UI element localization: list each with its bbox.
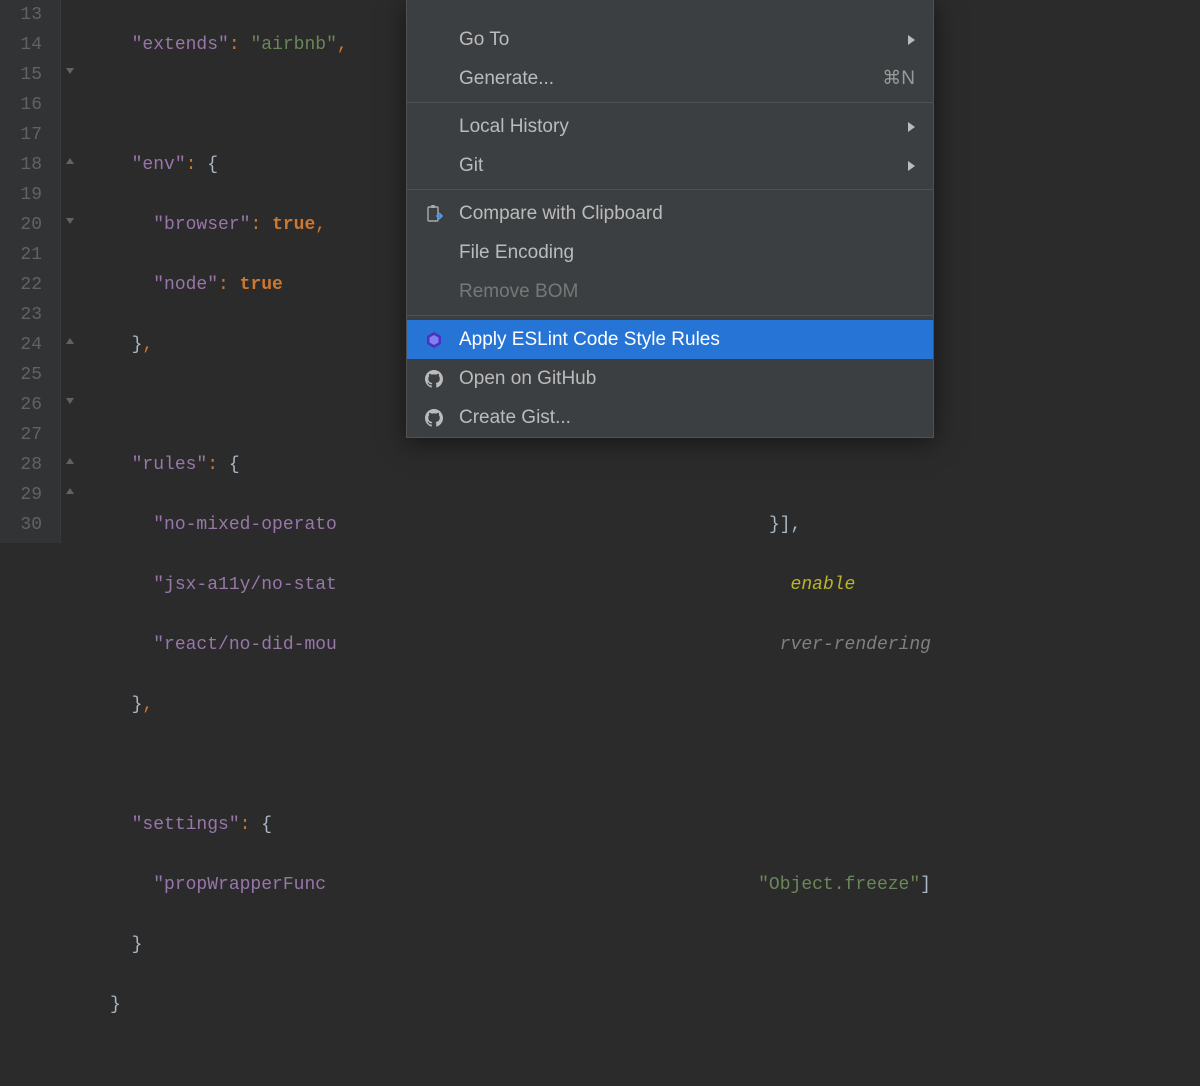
- line-number: 27: [0, 420, 60, 450]
- fold-close-icon[interactable]: [65, 486, 77, 496]
- menu-separator: [407, 315, 933, 316]
- code-line: },: [110, 690, 931, 720]
- chevron-right-icon: [908, 122, 915, 132]
- chevron-right-icon: [908, 35, 915, 45]
- menu-item-open-github[interactable]: Open on GitHub: [407, 359, 933, 398]
- fold-open-icon[interactable]: [65, 396, 77, 406]
- menu-label: File Encoding: [459, 242, 574, 264]
- menu-item-create-gist[interactable]: Create Gist...: [407, 398, 933, 437]
- line-number-gutter: 13 14 15 16 17 18 19 20 21 22 23 24 25 2…: [0, 0, 60, 543]
- fold-open-icon[interactable]: [65, 66, 77, 76]
- line-number: 25: [0, 360, 60, 390]
- menu-label: Open on GitHub: [459, 368, 596, 390]
- code-line: [110, 750, 931, 780]
- menu-separator: [407, 189, 933, 190]
- chevron-right-icon: [908, 161, 915, 171]
- menu-label: Generate...: [459, 68, 554, 90]
- menu-label: Create Gist...: [459, 407, 571, 429]
- line-number: 30: [0, 510, 60, 540]
- menu-item-compare-clipboard[interactable]: Compare with Clipboard: [407, 194, 933, 233]
- eslint-icon: [423, 329, 445, 351]
- code-line: "rules": {: [110, 450, 931, 480]
- line-number: 18: [0, 150, 60, 180]
- code-line: "propWrapperFunc "Object.freeze"]: [110, 870, 931, 900]
- context-menu: Go To Generate... ⌘N Local History Git C…: [406, 0, 934, 438]
- code-line: "react/no-did-mou rver-rendering: [110, 630, 931, 660]
- line-number: 17: [0, 120, 60, 150]
- github-icon: [423, 368, 445, 390]
- menu-item-generate[interactable]: Generate... ⌘N: [407, 59, 933, 98]
- menu-label: Compare with Clipboard: [459, 203, 663, 225]
- line-number: 16: [0, 90, 60, 120]
- menu-label: Local History: [459, 116, 569, 138]
- code-line: "settings": {: [110, 810, 931, 840]
- fold-close-icon[interactable]: [65, 336, 77, 346]
- menu-item-local-history[interactable]: Local History: [407, 107, 933, 146]
- menu-label: Git: [459, 155, 483, 177]
- github-icon: [423, 407, 445, 429]
- menu-item-remove-bom: Remove BOM: [407, 272, 933, 311]
- menu-label: Remove BOM: [459, 281, 578, 303]
- code-line: }: [110, 990, 931, 1020]
- shortcut-label: ⌘N: [882, 67, 915, 90]
- line-number: 23: [0, 300, 60, 330]
- fold-open-icon[interactable]: [65, 216, 77, 226]
- line-number: 20: [0, 210, 60, 240]
- fold-close-icon[interactable]: [65, 456, 77, 466]
- menu-item-goto[interactable]: Go To: [407, 20, 933, 59]
- line-number: 14: [0, 30, 60, 60]
- line-number: 13: [0, 0, 60, 30]
- menu-item-file-encoding[interactable]: File Encoding: [407, 233, 933, 272]
- line-number: 24: [0, 330, 60, 360]
- line-number: 22: [0, 270, 60, 300]
- code-line: }: [110, 930, 931, 960]
- line-number: 19: [0, 180, 60, 210]
- menu-label: Apply ESLint Code Style Rules: [459, 329, 720, 351]
- line-number: 15: [0, 60, 60, 90]
- code-line: "no-mixed-operato }],: [110, 510, 931, 540]
- menu-label: Go To: [459, 29, 509, 51]
- line-number: 29: [0, 480, 60, 510]
- menu-separator: [407, 102, 933, 103]
- line-number: 26: [0, 390, 60, 420]
- code-line: [110, 1050, 931, 1080]
- line-number: 21: [0, 240, 60, 270]
- code-line: "jsx-a11y/no-stat enable: [110, 570, 931, 600]
- line-number: 28: [0, 450, 60, 480]
- menu-item-git[interactable]: Git: [407, 146, 933, 185]
- menu-item-apply-eslint[interactable]: Apply ESLint Code Style Rules: [407, 320, 933, 359]
- fold-close-icon[interactable]: [65, 156, 77, 166]
- clipboard-diff-icon: [423, 203, 445, 225]
- fold-column: [60, 0, 100, 543]
